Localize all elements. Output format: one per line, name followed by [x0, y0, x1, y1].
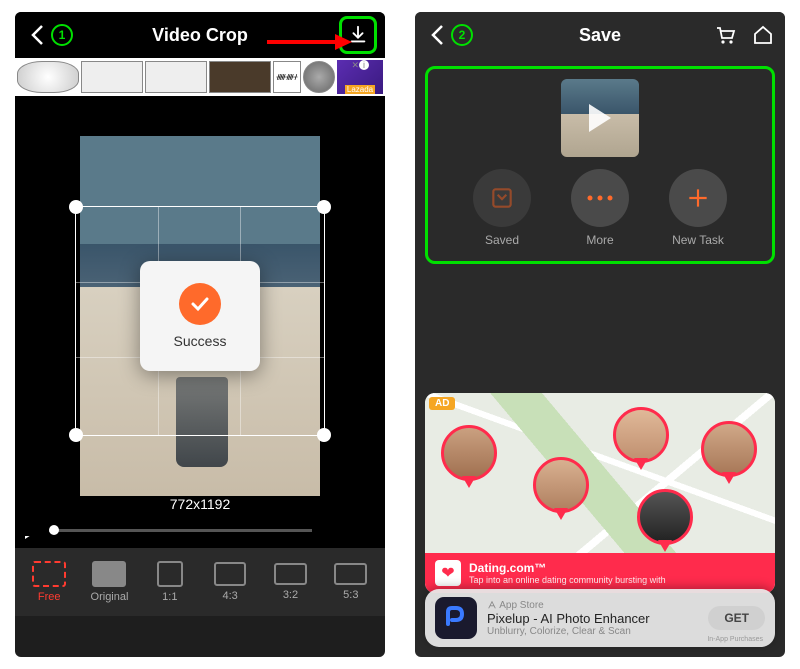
- home-button[interactable]: [749, 21, 777, 49]
- saved-button[interactable]: Saved: [473, 169, 531, 247]
- action-row: Saved More New Task: [473, 169, 727, 247]
- saved-icon: [489, 185, 515, 211]
- plus-icon: [685, 185, 711, 211]
- avatar-pin: [441, 425, 497, 481]
- pixelup-logo-icon: [442, 604, 470, 632]
- back-button[interactable]: [23, 21, 51, 49]
- aspect-free[interactable]: Free: [22, 561, 76, 603]
- avatar-pin: [701, 421, 757, 477]
- crop-handle-tr[interactable]: [317, 200, 331, 214]
- avatar-pin: [533, 457, 589, 513]
- cart-icon: [713, 23, 737, 47]
- aspect-original[interactable]: Original: [82, 561, 136, 603]
- ad-subtitle: Tap into an online dating community burs…: [469, 575, 666, 585]
- crop-handle-bl[interactable]: [69, 428, 83, 442]
- success-toast: Success: [140, 261, 260, 371]
- get-button[interactable]: GET: [708, 606, 765, 630]
- step-badge-2: 2: [451, 24, 473, 46]
- aspect-ratio-bar: Free Original 1:1 4:3 3:2 5:3: [15, 548, 385, 616]
- scrubber-thumb[interactable]: [49, 525, 59, 535]
- filter-thumb[interactable]: [17, 61, 79, 93]
- more-button[interactable]: More: [571, 169, 629, 247]
- crop-dimensions: 772x1192: [15, 496, 385, 512]
- ad-close-icon[interactable]: ✕: [351, 60, 359, 71]
- filter-thumb[interactable]: ᚏᚎᚋ: [273, 61, 301, 93]
- scrubber[interactable]: [49, 529, 312, 532]
- video-thumbnail[interactable]: [561, 79, 639, 157]
- screen-save: 2 Save: [415, 12, 785, 657]
- filter-strip-ad[interactable]: ᚏᚎᚋ ✕ i Lazada: [15, 58, 385, 96]
- filter-thumb[interactable]: [209, 61, 271, 93]
- ad-title: Dating.com™: [469, 561, 666, 575]
- aspect-3-2[interactable]: 3:2: [263, 563, 317, 601]
- home-icon: [751, 23, 775, 47]
- back-button[interactable]: [423, 21, 451, 49]
- ad-info-icon[interactable]: i: [359, 60, 369, 70]
- app-icon: [435, 597, 477, 639]
- lazada-ad[interactable]: ✕ i Lazada: [337, 60, 383, 94]
- new-task-button[interactable]: New Task: [669, 169, 727, 247]
- appstore-popup[interactable]: App Store Pixelup - AI Photo Enhancer Un…: [425, 589, 775, 647]
- app-title: Pixelup - AI Photo Enhancer: [487, 611, 698, 626]
- filter-thumb[interactable]: [303, 61, 335, 93]
- filter-thumb[interactable]: [145, 61, 207, 93]
- ad-badge: AD: [429, 397, 455, 410]
- avatar-pin: [613, 407, 669, 463]
- annotation-arrow: [267, 32, 352, 52]
- appstore-label: App Store: [487, 600, 698, 611]
- success-label: Success: [174, 333, 227, 349]
- iap-label: In-App Purchases: [707, 636, 763, 643]
- header: 2 Save: [415, 12, 785, 58]
- avatar-pin: [637, 489, 693, 545]
- crop-stage: Success: [15, 96, 385, 536]
- more-icon: [585, 193, 615, 203]
- aspect-5-3[interactable]: 5:3: [324, 563, 378, 601]
- cart-button[interactable]: [711, 21, 739, 49]
- ad-brand: Lazada: [345, 85, 375, 94]
- crop-handle-br[interactable]: [317, 428, 331, 442]
- screen-video-crop: 1 Video Crop ᚏᚎᚋ ✕ i Lazada: [15, 12, 385, 657]
- heart-icon: ❤: [435, 560, 461, 586]
- step-badge-1: 1: [51, 24, 73, 46]
- app-text: App Store Pixelup - AI Photo Enhancer Un…: [487, 600, 698, 637]
- play-icon: [589, 104, 611, 132]
- map-ad-card[interactable]: AD ❤ Dating.com™ Tap into an online dati…: [425, 393, 775, 593]
- crop-handle-tl[interactable]: [69, 200, 83, 214]
- video-frame: Success: [80, 136, 320, 496]
- app-subtitle: Unblurry, Colorize, Clear & Scan: [487, 626, 698, 637]
- aspect-1-1[interactable]: 1:1: [143, 561, 197, 603]
- ad-footer: ❤ Dating.com™ Tap into an online dating …: [425, 553, 775, 593]
- filter-thumb[interactable]: [81, 61, 143, 93]
- save-panel: Saved More New Task: [425, 66, 775, 264]
- success-check-icon: [179, 283, 221, 325]
- aspect-4-3[interactable]: 4:3: [203, 562, 257, 602]
